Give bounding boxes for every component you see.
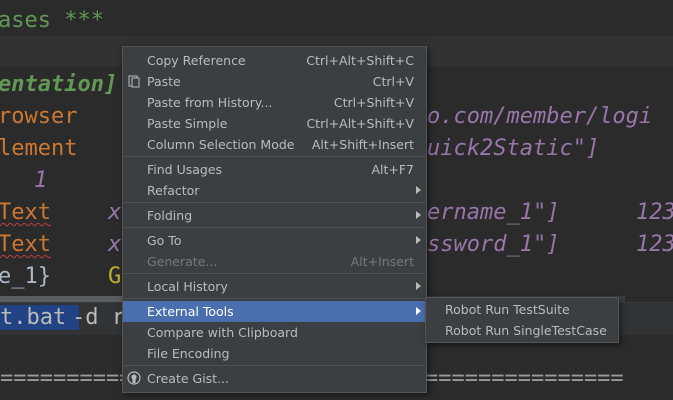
- code-string: uick2Static"]: [427, 136, 600, 161]
- menu-item-paste-simple[interactable]: Paste Simple Ctrl+Alt+Shift+V: [123, 113, 426, 134]
- code-keyword: rowser: [0, 104, 78, 129]
- menu-separator: [124, 273, 425, 274]
- menu-item-external-tools[interactable]: External Tools: [123, 301, 426, 322]
- code-string: ername_1"]: [427, 200, 560, 225]
- code-var: x: [108, 200, 122, 225]
- external-tools-submenu: Robot Run TestSuite Robot Run SingleTest…: [425, 297, 619, 343]
- code-number: 123: [636, 232, 673, 257]
- menu-item-label: Copy Reference: [147, 53, 246, 68]
- submenu-item-label: Robot Run TestSuite: [445, 302, 570, 317]
- menu-item-refactor[interactable]: Refactor: [123, 180, 426, 201]
- code-keyword: lement: [0, 136, 78, 161]
- submenu-arrow-icon: [416, 307, 421, 315]
- menu-item-shortcut: Alt+F7: [371, 162, 414, 177]
- menu-item-label: Refactor: [147, 183, 200, 198]
- menu-separator: [124, 227, 425, 228]
- code-section-header: entation]: [0, 72, 118, 97]
- menu-separator: [124, 202, 425, 203]
- code-string: ssword_1"]: [427, 232, 560, 257]
- menu-item-label: Column Selection Mode: [147, 137, 295, 152]
- paste-icon: [127, 74, 141, 88]
- menu-item-paste-from-history[interactable]: Paste from History... Ctrl+Shift+V: [123, 92, 426, 113]
- menu-separator: [124, 365, 425, 366]
- menu-item-label: Compare with Clipboard: [147, 325, 298, 340]
- code-var: x: [108, 232, 122, 257]
- menu-item-label: Find Usages: [147, 162, 223, 177]
- menu-item-generate[interactable]: Generate... Alt+Insert: [123, 251, 426, 272]
- menu-item-label: Folding: [147, 208, 193, 223]
- menu-item-go-to[interactable]: Go To: [123, 230, 426, 251]
- terminal-text: -d r: [72, 305, 125, 330]
- menu-item-shortcut: Ctrl+V: [372, 74, 414, 89]
- menu-separator: [124, 298, 425, 299]
- submenu-arrow-icon: [416, 236, 421, 244]
- menu-item-label: Create Gist...: [147, 371, 230, 386]
- submenu-item-label: Robot Run SingleTestCase: [445, 323, 607, 338]
- terminal-rule-right: ===============: [425, 366, 624, 391]
- menu-item-label: Paste from History...: [147, 95, 273, 110]
- menu-item-paste[interactable]: Paste Ctrl+V: [123, 71, 426, 92]
- menu-item-local-history[interactable]: Local History: [123, 276, 426, 297]
- menu-item-compare-with-clipboard[interactable]: Compare with Clipboard: [123, 322, 426, 343]
- menu-item-file-encoding[interactable]: File Encoding: [123, 343, 426, 364]
- menu-item-shortcut: Alt+Insert: [350, 254, 414, 269]
- code-number: 1: [34, 168, 48, 193]
- code-keyword: Text: [0, 200, 51, 225]
- menu-item-label: File Encoding: [147, 346, 230, 361]
- submenu-arrow-icon: [416, 282, 421, 290]
- menu-item-label: Paste Simple: [147, 116, 228, 131]
- github-icon: [127, 371, 141, 385]
- menu-separator: [124, 156, 425, 157]
- code-keyword: G: [108, 264, 122, 289]
- submenu-arrow-icon: [416, 186, 421, 194]
- terminal-selected-text: t.bat: [0, 305, 80, 330]
- menu-item-label: Paste: [147, 74, 181, 89]
- menu-item-shortcut: Ctrl+Alt+Shift+V: [306, 116, 414, 131]
- code-comment: ases ***: [0, 8, 104, 33]
- menu-item-label: Local History: [147, 279, 228, 294]
- submenu-item-robot-run-testsuite[interactable]: Robot Run TestSuite: [426, 299, 618, 320]
- menu-item-label: Go To: [147, 233, 182, 248]
- menu-item-folding[interactable]: Folding: [123, 205, 426, 226]
- menu-item-label: External Tools: [147, 304, 234, 319]
- menu-item-copy-reference[interactable]: Copy Reference Ctrl+Alt+Shift+C: [123, 50, 426, 71]
- code-keyword: Text: [0, 232, 51, 257]
- menu-item-shortcut: Alt+Shift+Insert: [311, 137, 414, 152]
- code-url: o.com/member/logi: [427, 104, 653, 129]
- menu-item-shortcut: Ctrl+Alt+Shift+C: [306, 53, 414, 68]
- menu-item-column-selection-mode[interactable]: Column Selection Mode Alt+Shift+Insert: [123, 134, 426, 155]
- menu-item-find-usages[interactable]: Find Usages Alt+F7: [123, 159, 426, 180]
- code-number: 123: [636, 200, 673, 225]
- code-variable: e_1}: [0, 264, 51, 289]
- menu-item-label: Generate...: [147, 254, 218, 269]
- menu-item-shortcut: Ctrl+Shift+V: [333, 95, 414, 110]
- submenu-arrow-icon: [416, 211, 421, 219]
- context-menu: Copy Reference Ctrl+Alt+Shift+C Paste Ct…: [122, 46, 427, 393]
- submenu-item-robot-run-singletestcase[interactable]: Robot Run SingleTestCase: [426, 320, 618, 341]
- menu-item-create-gist[interactable]: Create Gist...: [123, 368, 426, 389]
